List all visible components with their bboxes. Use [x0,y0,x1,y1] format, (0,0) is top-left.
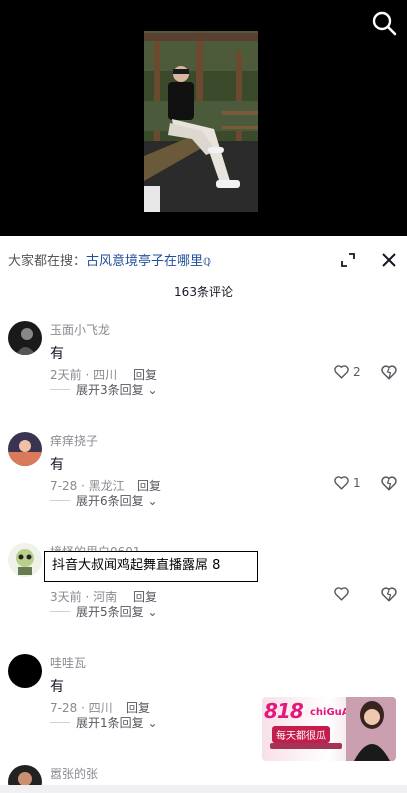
comment-text: 有 [50,346,64,362]
expand-replies-label: 展开3条回复 [76,383,144,397]
chevron-down-icon: ⌄ [147,716,158,730]
avatar[interactable] [8,432,42,466]
expand-replies-button[interactable]: 展开3条回复 ⌄ [76,381,158,398]
chevron-down-icon: ⌄ [147,494,158,508]
expand-replies-button[interactable]: 展开5条回复 ⌄ [76,603,158,620]
expand-replies-button[interactable]: 展开6条回复 ⌄ [76,492,158,509]
dislike-icon[interactable] [380,474,398,492]
search-icon[interactable] [371,10,397,36]
search-suggestion-keyword[interactable]: 古风意境亭子在哪里 [86,254,203,269]
search-suggestion[interactable]: 大家都在搜：古风意境亭子在哪里ℚ [8,250,211,269]
like-count: 2 [353,365,361,379]
comment-username[interactable]: 痒痒挠子 [50,432,98,449]
bottom-input-bar[interactable] [0,785,407,793]
close-icon[interactable] [378,249,400,271]
video-thumbnail[interactable] [144,31,258,212]
comment-username[interactable]: 玉面小飞龙 [50,321,110,338]
expand-replies-label: 展开5条回复 [76,605,144,619]
expand-icon[interactable] [338,250,358,270]
heart-icon [334,365,349,379]
divider [50,500,70,501]
comment-text: 有 [50,457,64,473]
video-player[interactable] [0,0,407,236]
like-button[interactable]: 2 [333,363,373,383]
heart-icon [334,476,349,490]
like-button[interactable]: 1 [333,474,373,494]
heart-icon [334,587,349,601]
comment-count: 163条评论 [174,285,233,299]
expand-replies-button[interactable]: 展开1条回复 ⌄ [76,714,158,731]
ad-brand: 818 [264,699,304,723]
ad-figure-image [346,697,396,761]
overlay-caption: 抖音大叔闻鸡起舞直播露屌 8 [44,551,258,582]
dislike-icon[interactable] [380,363,398,381]
comment-username[interactable]: 哇哇瓦 [50,654,86,671]
like-count: 1 [353,476,361,490]
like-button[interactable] [333,585,373,605]
expand-replies-label: 展开6条回复 [76,494,144,508]
chevron-down-icon: ⌄ [147,605,158,619]
ad-slogan: 每天都很瓜 [272,726,330,743]
search-suggestion-prefix: 大家都在搜： [8,254,87,269]
avatar[interactable] [8,543,42,577]
divider [50,722,70,723]
avatar[interactable] [8,321,42,355]
divider [50,389,70,390]
comment-text: 有 [50,679,64,695]
search-small-icon: ℚ [203,257,211,268]
chevron-down-icon: ⌄ [147,383,158,397]
ad-brand-sub: chiGuA [310,707,350,718]
floating-ad-banner[interactable]: 818 chiGuA 每天都很瓜 [262,697,396,761]
ad-decoration [270,743,342,749]
comment-username[interactable]: 嚣张的张 [50,765,98,782]
divider [50,611,70,612]
avatar[interactable] [8,654,42,688]
dislike-icon[interactable] [380,585,398,603]
expand-replies-label: 展开1条回复 [76,716,144,730]
